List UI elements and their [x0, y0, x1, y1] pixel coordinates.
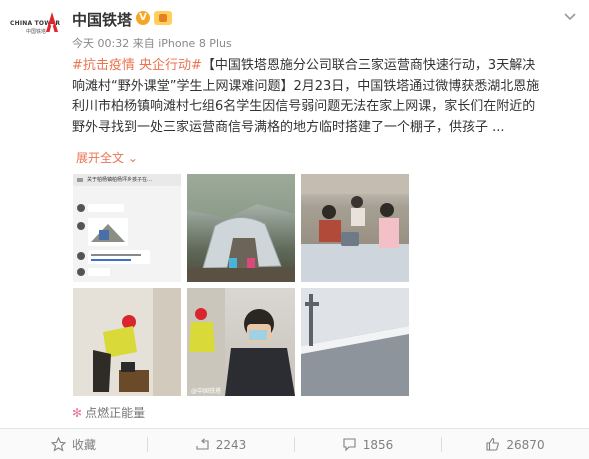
students-graphic	[301, 174, 409, 282]
image-worker-installing-equipment[interactable]	[73, 288, 181, 396]
favorite-label: 收藏	[71, 438, 96, 452]
worker-installing-graphic	[73, 288, 181, 396]
image-students-studying[interactable]	[301, 174, 409, 282]
action-bar: 收藏 2243 1856 26870	[0, 428, 589, 459]
spark-icon: ✻	[72, 406, 83, 420]
verified-v-icon: V	[136, 11, 150, 25]
expand-label: 展开全文	[76, 151, 125, 165]
post-text-line: 响滩村“野外课堂”学生上网课难问题】2月23日，中国铁塔通过微博获悉湖北恩施	[72, 78, 540, 94]
post-text: #抗击疫情 央企行动#【中国铁塔恩施分公司联合三家运营商快速行动，3天解决 响滩…	[72, 56, 577, 138]
post-text-line: #抗击疫情 央企行动#【中国铁塔恩施分公司联合三家运营商快速行动，3天解决	[72, 56, 577, 77]
post-header: CHINA TOWER 中国铁塔 中国铁塔 V 今天 00:32 来自 iPho…	[0, 0, 589, 52]
chevron-down-icon: ⌄	[127, 151, 138, 165]
positive-energy-label: 点燃正能量	[85, 406, 146, 420]
repost-button[interactable]: 2243	[147, 429, 294, 459]
chat-title: 关于柏杨镇柏杨坪乡孩子在…	[87, 177, 153, 183]
thumbs-up-icon	[486, 437, 500, 451]
chat-screenshot-graphic	[73, 174, 181, 276]
image-worker-on-phone[interactable]: @中国铁塔	[187, 288, 295, 396]
image-tent-in-field[interactable]	[187, 174, 295, 282]
china-tower-logo-icon	[46, 12, 58, 32]
comment-count: 1856	[362, 437, 394, 452]
repost-count: 2243	[215, 437, 247, 452]
chevron-down-icon[interactable]	[561, 8, 579, 26]
avatar[interactable]: CHINA TOWER 中国铁塔	[10, 10, 60, 54]
repost-icon	[196, 438, 209, 450]
post-text-segment: 【中国铁塔恩施分公司联合三家运营商快速行动，3天解决	[201, 58, 536, 73]
like-count: 26870	[506, 437, 545, 452]
comment-icon	[343, 438, 356, 452]
post-meta: 今天 00:32 来自 iPhone 8 Plus	[72, 37, 232, 50]
post-text-line: 野外寻找到一处三家运营商信号满格的地方临时搭建了一个棚子，供孩子 ...	[72, 119, 505, 135]
worker-on-phone-graphic	[187, 288, 295, 396]
image-chat-screenshot[interactable]: 关于柏杨镇柏杨坪乡孩子在…	[73, 174, 181, 282]
like-button[interactable]: 26870	[441, 429, 589, 459]
star-icon	[50, 437, 66, 452]
logo-text-cn: 中国铁塔	[26, 29, 47, 35]
topic-tag[interactable]: #抗击疫情 央企行动#	[72, 58, 202, 73]
image-grid: 关于柏杨镇柏杨坪乡孩子在… @中国铁塔	[73, 174, 409, 399]
post-text-line: 利川市柏杨镇响滩村七组6名学生因信号弱问题无法在家上网课，家长们在附近的	[72, 99, 536, 114]
tent-graphic	[187, 174, 295, 282]
image-antenna-on-building[interactable]	[301, 288, 409, 396]
member-level-icon[interactable]	[154, 11, 172, 25]
favorite-button[interactable]: 收藏	[0, 429, 147, 459]
antenna-graphic	[301, 288, 409, 396]
image-watermark: @中国铁塔	[191, 388, 222, 395]
comment-button[interactable]: 1856	[294, 429, 441, 459]
positive-energy-link[interactable]: ✻ 点燃正能量	[72, 404, 145, 421]
username[interactable]: 中国铁塔	[72, 9, 132, 30]
expand-full-text-link[interactable]: 展开全文 ⌄	[76, 149, 138, 166]
